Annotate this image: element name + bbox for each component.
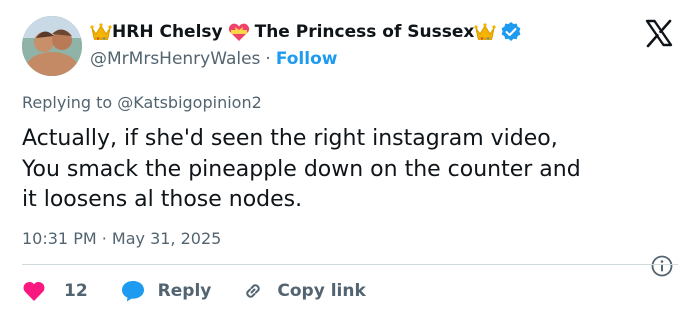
action-bar: 12 Reply Copy link [22, 277, 366, 305]
verified-badge-icon [501, 22, 521, 41]
tweet-header: HRH Chelsy The Princess of Sussex @MrMrs… [22, 14, 682, 76]
avatar[interactable] [22, 16, 82, 76]
reply-button[interactable]: Reply [120, 279, 212, 303]
tweet-line: it loosens al those nodes. [22, 187, 303, 212]
replying-prefix: Replying to [22, 93, 113, 112]
heart-ribbon-icon [228, 23, 249, 41]
heart-icon [23, 281, 45, 301]
display-name-part1: HRH Chelsy [112, 22, 223, 42]
x-logo-icon[interactable] [644, 18, 674, 48]
link-icon [246, 284, 261, 298]
tweet-text: Actually, if she'd seen the right instag… [22, 124, 692, 216]
copy-link-label: Copy link [277, 281, 366, 301]
crown-icon [474, 23, 496, 40]
author-info: HRH Chelsy The Princess of Sussex @MrMrs… [90, 20, 522, 70]
display-name-row[interactable]: HRH Chelsy The Princess of Sussex [90, 20, 522, 44]
timestamp[interactable]: 10:31 PM · May 31, 2025 [22, 229, 221, 248]
replying-mention[interactable]: @Katsbigopinion2 [117, 93, 261, 112]
divider [22, 264, 678, 265]
like-count: 12 [64, 281, 88, 301]
crown-icon [90, 23, 112, 40]
tweet-line: Actually, if she'd seen the right instag… [22, 126, 558, 151]
separator-dot: · [265, 49, 271, 69]
follow-button[interactable]: Follow [276, 49, 338, 69]
like-button[interactable]: 12 [22, 280, 88, 302]
replying-to: Replying to @Katsbigopinion2 [22, 93, 262, 112]
info-icon[interactable] [650, 254, 674, 278]
reply-label: Reply [157, 281, 212, 301]
handle-row: @MrMrsHenryWales · Follow [90, 48, 522, 70]
handle[interactable]: @MrMrsHenryWales [90, 49, 260, 69]
reply-bubble-icon [121, 281, 144, 302]
tweet-line: You smack the pineapple down on the coun… [22, 156, 581, 182]
copy-link-button[interactable]: Copy link [241, 279, 366, 303]
display-name-part2: The Princess of Sussex [254, 22, 475, 42]
